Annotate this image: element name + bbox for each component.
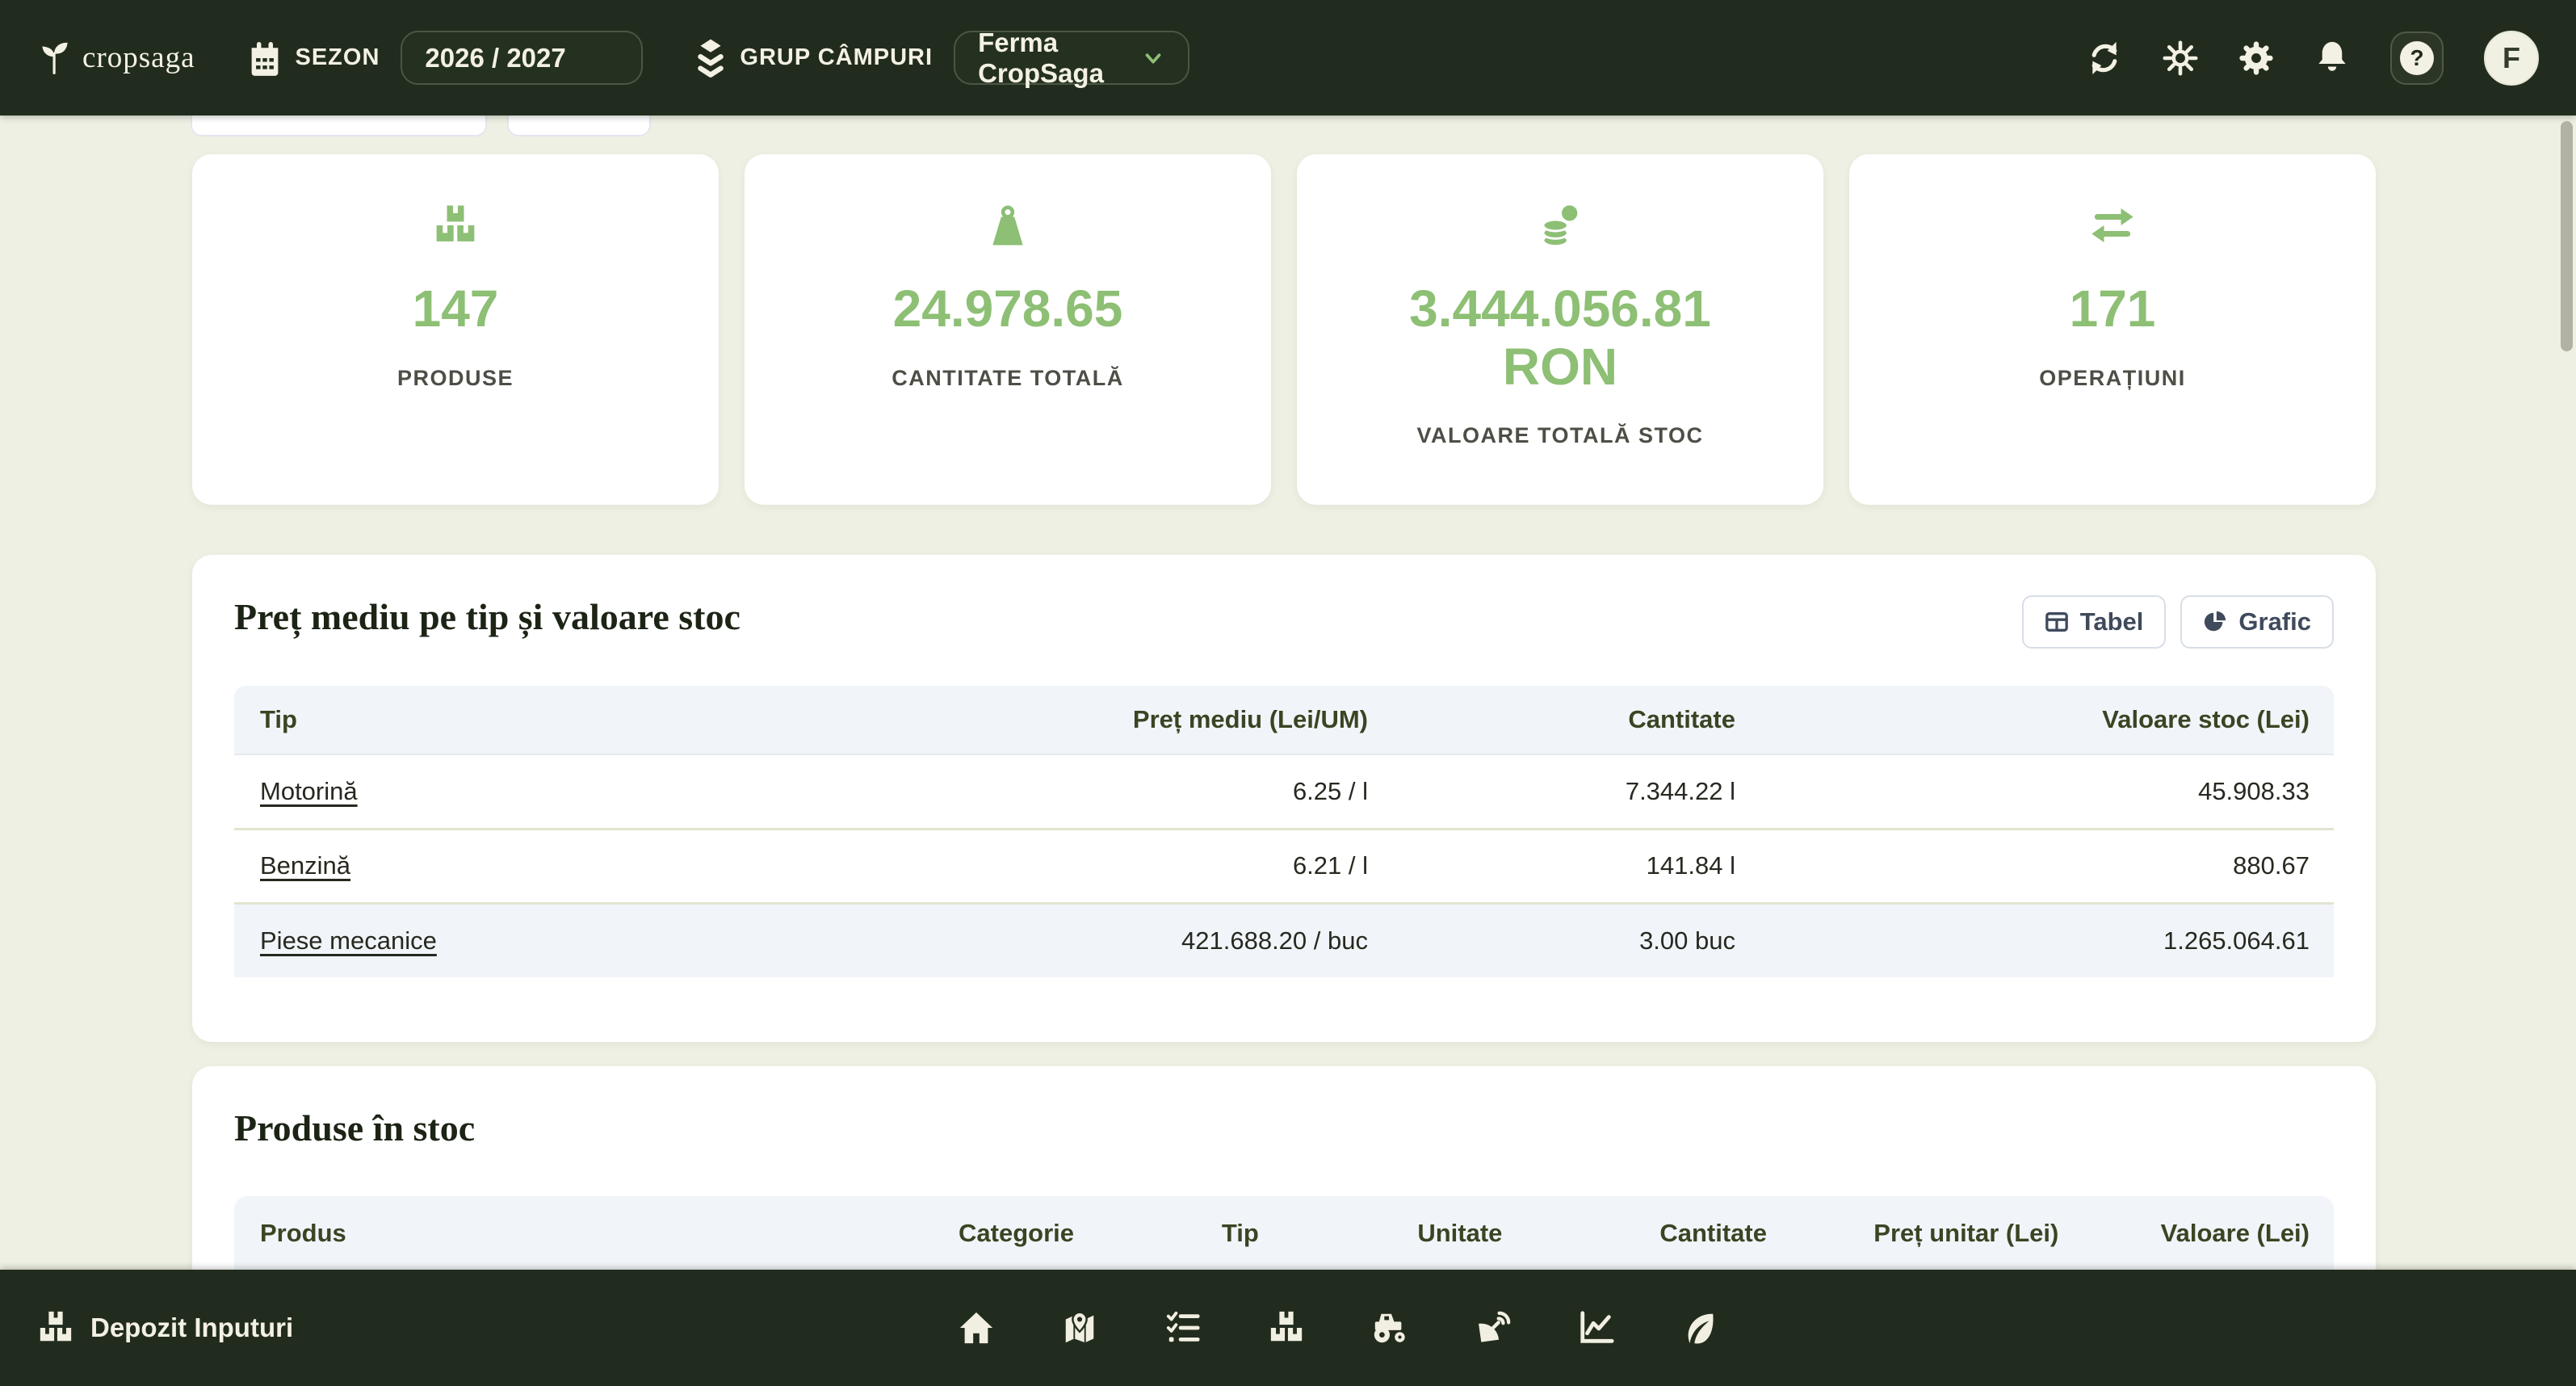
stat-label: PRODUSE — [397, 366, 514, 391]
gear-icon[interactable] — [2238, 40, 2274, 76]
column-header: Preț unitar (Lei) — [1767, 1196, 2058, 1270]
cell-valoare: 880.67 — [1735, 829, 2334, 903]
pie-chart-icon — [2203, 610, 2227, 634]
bottom-nav — [958, 1309, 1718, 1346]
context-indicator: Depozit Inputuri — [37, 1309, 293, 1346]
table-icon — [2045, 610, 2069, 634]
bottom-navbar: Depozit Inputuri — [0, 1270, 2576, 1386]
table-row: Piese mecanice 421.688.20 / buc 3.00 buc… — [234, 903, 2334, 977]
season-select[interactable]: 2026 / 2027 — [401, 31, 643, 85]
cell-cantitate: 3.00 buc — [1368, 903, 1735, 977]
chart-view-button[interactable]: Grafic — [2180, 595, 2334, 649]
chevron-down-icon — [1141, 46, 1165, 70]
type-link[interactable]: Motorină — [260, 777, 358, 805]
app-logo[interactable]: cropsaga — [37, 40, 195, 76]
boxes-stacked-icon[interactable] — [1268, 1309, 1305, 1346]
question-mark-icon: ? — [2400, 41, 2434, 75]
top-navbar: cropsaga SEZON 2026 / 2027 — [0, 0, 2576, 116]
view-switch: Tabel Grafic — [2022, 595, 2334, 649]
field-group-label: GRUP CÂMPURI — [740, 44, 933, 71]
help-button[interactable]: ? — [2390, 32, 2444, 85]
sprout-logo-icon — [37, 40, 73, 76]
stat-value: 171 — [2070, 280, 2156, 338]
clipped-card-fragment — [507, 116, 651, 136]
context-label: Depozit Inputuri — [90, 1312, 293, 1343]
coins-icon — [1538, 200, 1583, 248]
type-link[interactable]: Benzină — [260, 851, 350, 880]
checklist-icon[interactable] — [1164, 1309, 1202, 1346]
stock-table: Produs Categorie Tip Unitate Cantitate P… — [234, 1196, 2334, 1270]
price-section: Preț mediu pe tip și valoare stoc Tabel — [192, 555, 2376, 1042]
cell-pret-mediu: 421.688.20 / buc — [1074, 903, 1368, 977]
season-value: 2026 / 2027 — [425, 43, 565, 74]
type-link[interactable]: Piese mecanice — [260, 926, 437, 955]
boxes-stacked-icon — [37, 1309, 74, 1346]
stat-value: 24.978.65 — [893, 280, 1123, 338]
cell-pret-mediu: 6.25 / l — [1074, 754, 1368, 829]
stat-label: OPERAȚIUNI — [2039, 366, 2186, 391]
scrollbar-thumb[interactable] — [2561, 121, 2573, 351]
column-header: Preț mediu (Lei/UM) — [1074, 686, 1368, 754]
boxes-stacked-icon — [433, 200, 478, 248]
cell-pret-mediu: 6.21 / l — [1074, 829, 1368, 903]
column-header: Valoare stoc (Lei) — [1735, 686, 2334, 754]
user-avatar[interactable]: F — [2484, 31, 2539, 86]
cell-cantitate: 141.84 l — [1368, 829, 1735, 903]
refresh-icon[interactable] — [2087, 40, 2122, 76]
column-header: Unitate — [1259, 1196, 1503, 1270]
table-row: Benzină 6.21 / l 141.84 l 880.67 — [234, 829, 2334, 903]
stat-card-valoare: 3.444.056.81RON VALOARE TOTALĂ STOC — [1297, 154, 1823, 505]
column-header: Cantitate — [1368, 686, 1735, 754]
cell-cantitate: 7.344.22 l — [1368, 754, 1735, 829]
field-group-value: Ferma CropSaga — [978, 27, 1141, 89]
leaf-icon[interactable] — [1681, 1309, 1718, 1346]
cell-valoare: 1.265.064.61 — [1735, 903, 2334, 977]
price-table-header-row: Tip Preț mediu (Lei/UM) Cantitate Valoar… — [234, 686, 2334, 754]
transfer-arrows-icon — [2090, 200, 2135, 248]
stat-label: CANTITATE TOTALĂ — [892, 366, 1123, 391]
column-header: Cantitate — [1502, 1196, 1767, 1270]
stat-label: VALOARE TOTALĂ STOC — [1416, 423, 1703, 448]
satellite-dish-icon[interactable] — [1475, 1309, 1512, 1346]
weight-icon — [985, 200, 1030, 248]
stock-section-title: Produse în stoc — [234, 1107, 475, 1149]
table-view-button[interactable]: Tabel — [2022, 595, 2167, 649]
stat-card-produse: 147 PRODUSE — [192, 154, 719, 505]
column-header: Valoare (Lei) — [2058, 1196, 2334, 1270]
column-header: Tip — [1074, 1196, 1259, 1270]
column-header: Tip — [234, 686, 1074, 754]
page: cropsaga SEZON 2026 / 2027 — [0, 0, 2576, 1386]
stats-row: 147 PRODUSE 24.978.65 CANTITATE TOTALĂ — [192, 154, 2376, 505]
chart-line-icon[interactable] — [1578, 1309, 1615, 1346]
season-group: SEZON 2026 / 2027 — [249, 31, 644, 85]
stat-card-cantitate: 24.978.65 CANTITATE TOTALĂ — [745, 154, 1271, 505]
calendar-icon — [249, 40, 281, 76]
price-table: Tip Preț mediu (Lei/UM) Cantitate Valoar… — [234, 686, 2334, 977]
stat-card-operatiuni: 171 OPERAȚIUNI — [1849, 154, 2376, 505]
avatar-initial: F — [2503, 41, 2520, 75]
clipped-card-fragment — [191, 116, 487, 136]
map-icon[interactable] — [1061, 1309, 1098, 1346]
layers-icon — [696, 37, 725, 79]
logo-text: cropsaga — [82, 40, 195, 75]
stat-value: 147 — [413, 280, 499, 338]
sun-icon[interactable] — [2163, 40, 2198, 76]
stock-section: Produse în stoc Produs Categorie Tip Uni… — [192, 1066, 2376, 1270]
column-header: Produs — [234, 1196, 759, 1270]
season-label: SEZON — [296, 44, 380, 71]
stat-value: 3.444.056.81RON — [1409, 280, 1711, 396]
navbar-actions: ? F — [2087, 31, 2539, 86]
home-icon[interactable] — [958, 1309, 995, 1346]
main-content: 147 PRODUSE 24.978.65 CANTITATE TOTALĂ — [0, 116, 2576, 1270]
stock-table-header-row: Produs Categorie Tip Unitate Cantitate P… — [234, 1196, 2334, 1270]
price-section-title: Preț mediu pe tip și valoare stoc — [234, 595, 740, 638]
tractor-icon[interactable] — [1371, 1309, 1408, 1346]
bell-icon[interactable] — [2314, 40, 2350, 76]
field-group-group: GRUP CÂMPURI Ferma CropSaga — [696, 31, 1189, 85]
cell-valoare: 45.908.33 — [1735, 754, 2334, 829]
column-header: Categorie — [759, 1196, 1074, 1270]
field-group-select[interactable]: Ferma CropSaga — [954, 31, 1189, 85]
table-row: Motorină 6.25 / l 7.344.22 l 45.908.33 — [234, 754, 2334, 829]
